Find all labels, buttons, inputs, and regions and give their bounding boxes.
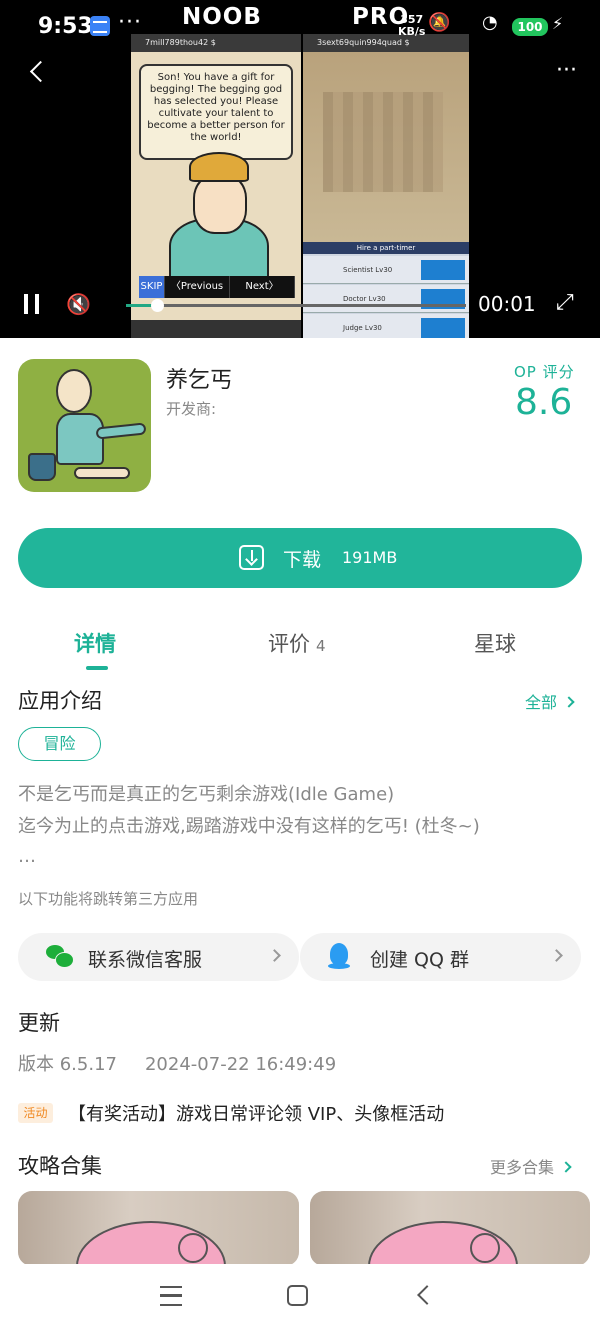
- view-all-label: 全部: [525, 693, 558, 712]
- game-hire-cost: [421, 318, 465, 338]
- beggar-torso-shape: [56, 413, 104, 465]
- game-hire-cost: [421, 260, 465, 280]
- intro-ellipsis: …: [18, 846, 36, 867]
- status-bar: 9:53 ··· 357 KB/s 🔕 ◔ 100 ⚡: [0, 0, 600, 56]
- video-watermark-left: NOOB: [182, 4, 262, 30]
- version-info: 版本 6.5.17 2024-07-22 16:49:49: [18, 1050, 336, 1076]
- game-screenshot-right: 3sext69quin994quad $ Hire a part-timer S…: [303, 34, 469, 338]
- qq-icon: [328, 943, 350, 971]
- game-hire-row: Judge Lv30: [303, 314, 469, 338]
- more-options-button[interactable]: ···: [556, 58, 577, 83]
- game-previous-label: 〈Previous: [165, 276, 230, 298]
- video-watermark-right: PRO: [352, 4, 410, 30]
- activity-link[interactable]: 【有奖活动】游戏日常评论领 VIP、头像框活动: [68, 1100, 444, 1126]
- chevron-right-icon: [563, 696, 575, 708]
- intro-title: 应用介绍: [18, 689, 102, 713]
- game-city-scene: [303, 52, 469, 242]
- video-current-time: 00:01: [478, 292, 536, 316]
- chevron-right-icon: [550, 949, 563, 962]
- game-character-face: [193, 174, 247, 234]
- download-button[interactable]: 下载 191MB: [18, 528, 582, 588]
- video-player[interactable]: 7mill789thou42 $ Son! You have a gift fo…: [0, 0, 600, 338]
- download-icon: [239, 545, 264, 570]
- pause-button[interactable]: [22, 292, 42, 316]
- guide-card[interactable]: [18, 1191, 299, 1266]
- home-icon[interactable]: [287, 1285, 308, 1306]
- intro-description-line: 不是乞丐而是真正的乞丐剩余游戏(Idle Game): [18, 784, 395, 805]
- game-hire-row: Doctor Lv30: [303, 285, 469, 313]
- game-next-label: Next〉: [230, 276, 295, 298]
- tab-details[interactable]: 详情: [74, 628, 116, 658]
- back-button[interactable]: [24, 58, 52, 86]
- guides-title: 攻略合集: [18, 1154, 102, 1178]
- beggar-feet-shape: [74, 467, 130, 479]
- game-dialog-bubble: Son! You have a gift for begging! The be…: [139, 64, 293, 160]
- back-nav-icon[interactable]: [417, 1285, 437, 1305]
- game-hire-row: Scientist Lv30: [303, 256, 469, 284]
- game-dialog-controls: SKIP 〈Previous Next〉: [139, 276, 295, 298]
- chevron-right-icon: [560, 1161, 572, 1173]
- wifi-icon: ◔: [482, 12, 498, 33]
- score-value: 8.6: [515, 382, 573, 423]
- active-tab-indicator: [86, 666, 108, 670]
- tab-reviews-count: 4: [316, 637, 326, 655]
- game-footer-bar: [131, 320, 301, 338]
- update-date: 2024-07-22 16:49:49: [144, 1054, 337, 1075]
- more-guides-link[interactable]: 更多合集: [490, 1154, 572, 1178]
- status-more-dots: ···: [118, 10, 142, 35]
- app-name: 养乞丐: [166, 368, 233, 393]
- version-number: 版本 6.5.17: [18, 1054, 117, 1075]
- system-navigation-bar: [0, 1264, 600, 1333]
- tab-reviews[interactable]: 评价 4: [268, 628, 326, 658]
- more-guides-label: 更多合集: [490, 1158, 555, 1177]
- view-all-link[interactable]: 全部: [525, 689, 575, 713]
- download-size: 191MB: [342, 548, 398, 567]
- score-label: OP 评分: [514, 363, 575, 381]
- mail-notification-icon: [90, 16, 110, 36]
- video-progress-bar[interactable]: [126, 299, 466, 312]
- game-hire-row-name: Doctor Lv30: [343, 295, 386, 303]
- chevron-right-icon: [268, 949, 281, 962]
- wechat-icon: [46, 945, 74, 968]
- recent-apps-icon[interactable]: [160, 1286, 182, 1306]
- update-title: 更新: [18, 1011, 60, 1035]
- activity-badge: 活动: [18, 1103, 53, 1123]
- fullscreen-icon[interactable]: ⤢: [556, 290, 582, 316]
- game-hire-row-name: Scientist Lv30: [343, 266, 393, 274]
- video-progress-knob[interactable]: [150, 299, 164, 312]
- game-character-hat: [189, 152, 249, 182]
- developer-label: 开发商:: [166, 400, 217, 418]
- status-time: 9:53: [38, 14, 93, 39]
- game-hire-bar: Hire a part-timer: [303, 242, 469, 254]
- game-hire-row-name: Judge Lv30: [343, 324, 382, 332]
- third-party-note: 以下功能将跳转第三方应用: [18, 890, 199, 908]
- create-qq-group-button[interactable]: 创建 QQ 群: [300, 933, 581, 981]
- app-icon: [18, 359, 151, 492]
- game-screenshot-left: 7mill789thou42 $ Son! You have a gift fo…: [131, 34, 301, 338]
- mute-toggle-button[interactable]: 🔇: [66, 292, 100, 316]
- tab-planet[interactable]: 星球: [474, 628, 516, 658]
- game-skip-label: SKIP: [139, 276, 165, 298]
- silent-mode-icon: 🔕: [428, 12, 451, 33]
- bucket-shape: [28, 453, 56, 481]
- create-qq-group-label: 创建 QQ 群: [370, 949, 469, 971]
- tab-reviews-label: 评价: [268, 632, 310, 656]
- intro-description-line: 迄今为止的点击游戏,踢踏游戏中没有这样的乞丐! (杜冬~): [18, 816, 480, 837]
- guide-card[interactable]: [310, 1191, 590, 1266]
- genre-tag[interactable]: 冒险: [18, 727, 101, 761]
- wechat-service-label: 联系微信客服: [88, 949, 203, 971]
- wechat-service-button[interactable]: 联系微信客服: [18, 933, 299, 981]
- download-label: 下载: [283, 549, 322, 571]
- battery-indicator: 100: [512, 18, 548, 36]
- beggar-head-shape: [56, 369, 92, 413]
- charging-icon: ⚡: [552, 14, 564, 33]
